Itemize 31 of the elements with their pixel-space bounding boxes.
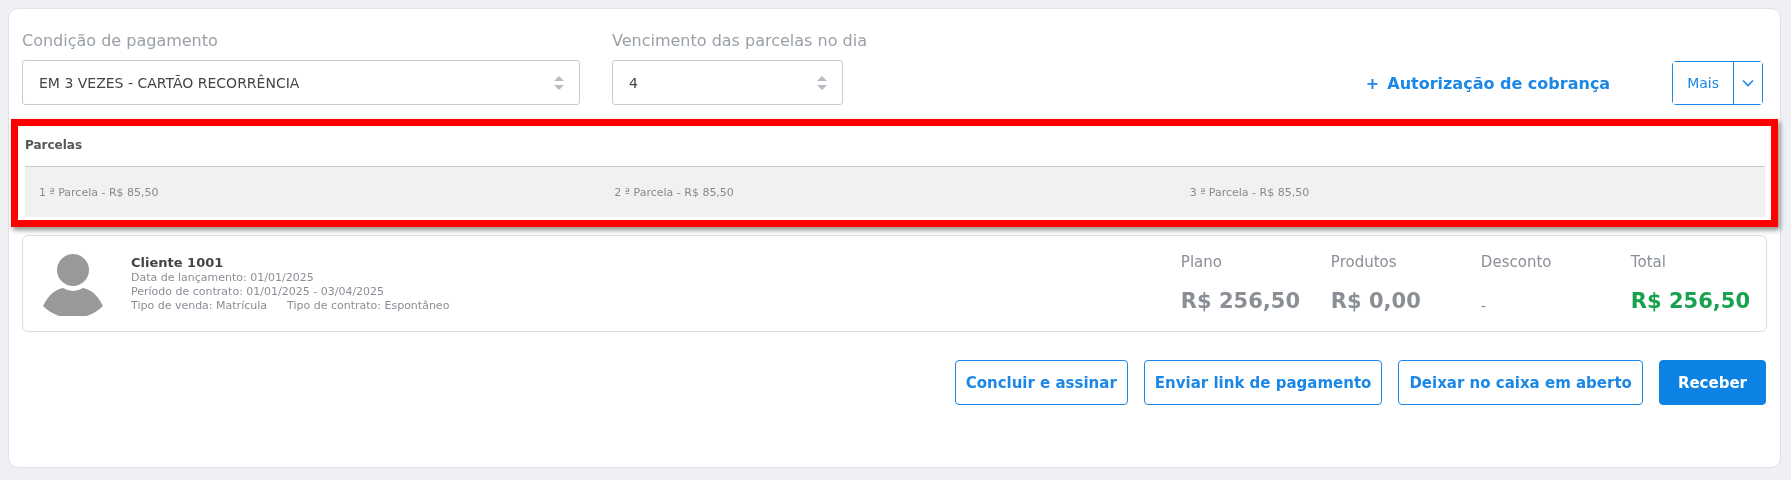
action-button[interactable]: Deixar no caixa em aberto: [1398, 360, 1643, 405]
summary-value: R$ 0,00: [1330, 288, 1422, 313]
avatar-icon: [41, 251, 105, 316]
section-title: Parcelas: [25, 137, 84, 154]
field-label: Condição de pagamento: [22, 31, 219, 50]
field-label: Vencimento das parcelas no dia: [612, 31, 867, 50]
select-field[interactable]: 4: [612, 60, 843, 105]
action-button[interactable]: Concluir e assinar: [954, 360, 1128, 405]
sort-arrows-icon: [816, 74, 828, 91]
sort-arrows-icon: [553, 74, 565, 91]
summary-value: R$ 256,50: [1630, 288, 1750, 313]
installment-text: 2 ª Parcela - R$ 85,50: [614, 185, 735, 199]
summary-value: -: [1480, 296, 1488, 315]
summary-value: R$ 256,50: [1180, 288, 1301, 313]
select-field[interactable]: EM 3 VEZES - CARTÃO RECORRÊNCIA: [22, 60, 580, 105]
more-button[interactable]: Mais: [1673, 62, 1734, 104]
action-button[interactable]: Receber: [1658, 360, 1766, 405]
authorization-link[interactable]: + Autorização de cobrança: [1365, 74, 1611, 93]
installment-text: 1 ª Parcela - R$ 85,50: [39, 185, 160, 199]
release-date: Data de lançamento: 01/01/2025: [131, 271, 315, 284]
sale-type: Tipo de venda: Matrícula: [131, 299, 267, 312]
summary-label: Produtos: [1330, 252, 1398, 271]
chevron-down-icon: [1742, 79, 1754, 87]
summary-label: Total: [1630, 252, 1667, 271]
summary-label: Plano: [1180, 252, 1223, 271]
summary-label: Desconto: [1480, 252, 1553, 271]
contract-period: Período de contrato: 01/01/2025 - 03/04/2025: [131, 285, 386, 298]
action-button[interactable]: Enviar link de pagamento: [1143, 360, 1383, 405]
client-name: Cliente 1001: [131, 255, 225, 270]
contract-type: Tipo de contrato: Espontâneo: [287, 299, 450, 312]
installment-text: 3 ª Parcela - R$ 85,50: [1189, 185, 1311, 199]
